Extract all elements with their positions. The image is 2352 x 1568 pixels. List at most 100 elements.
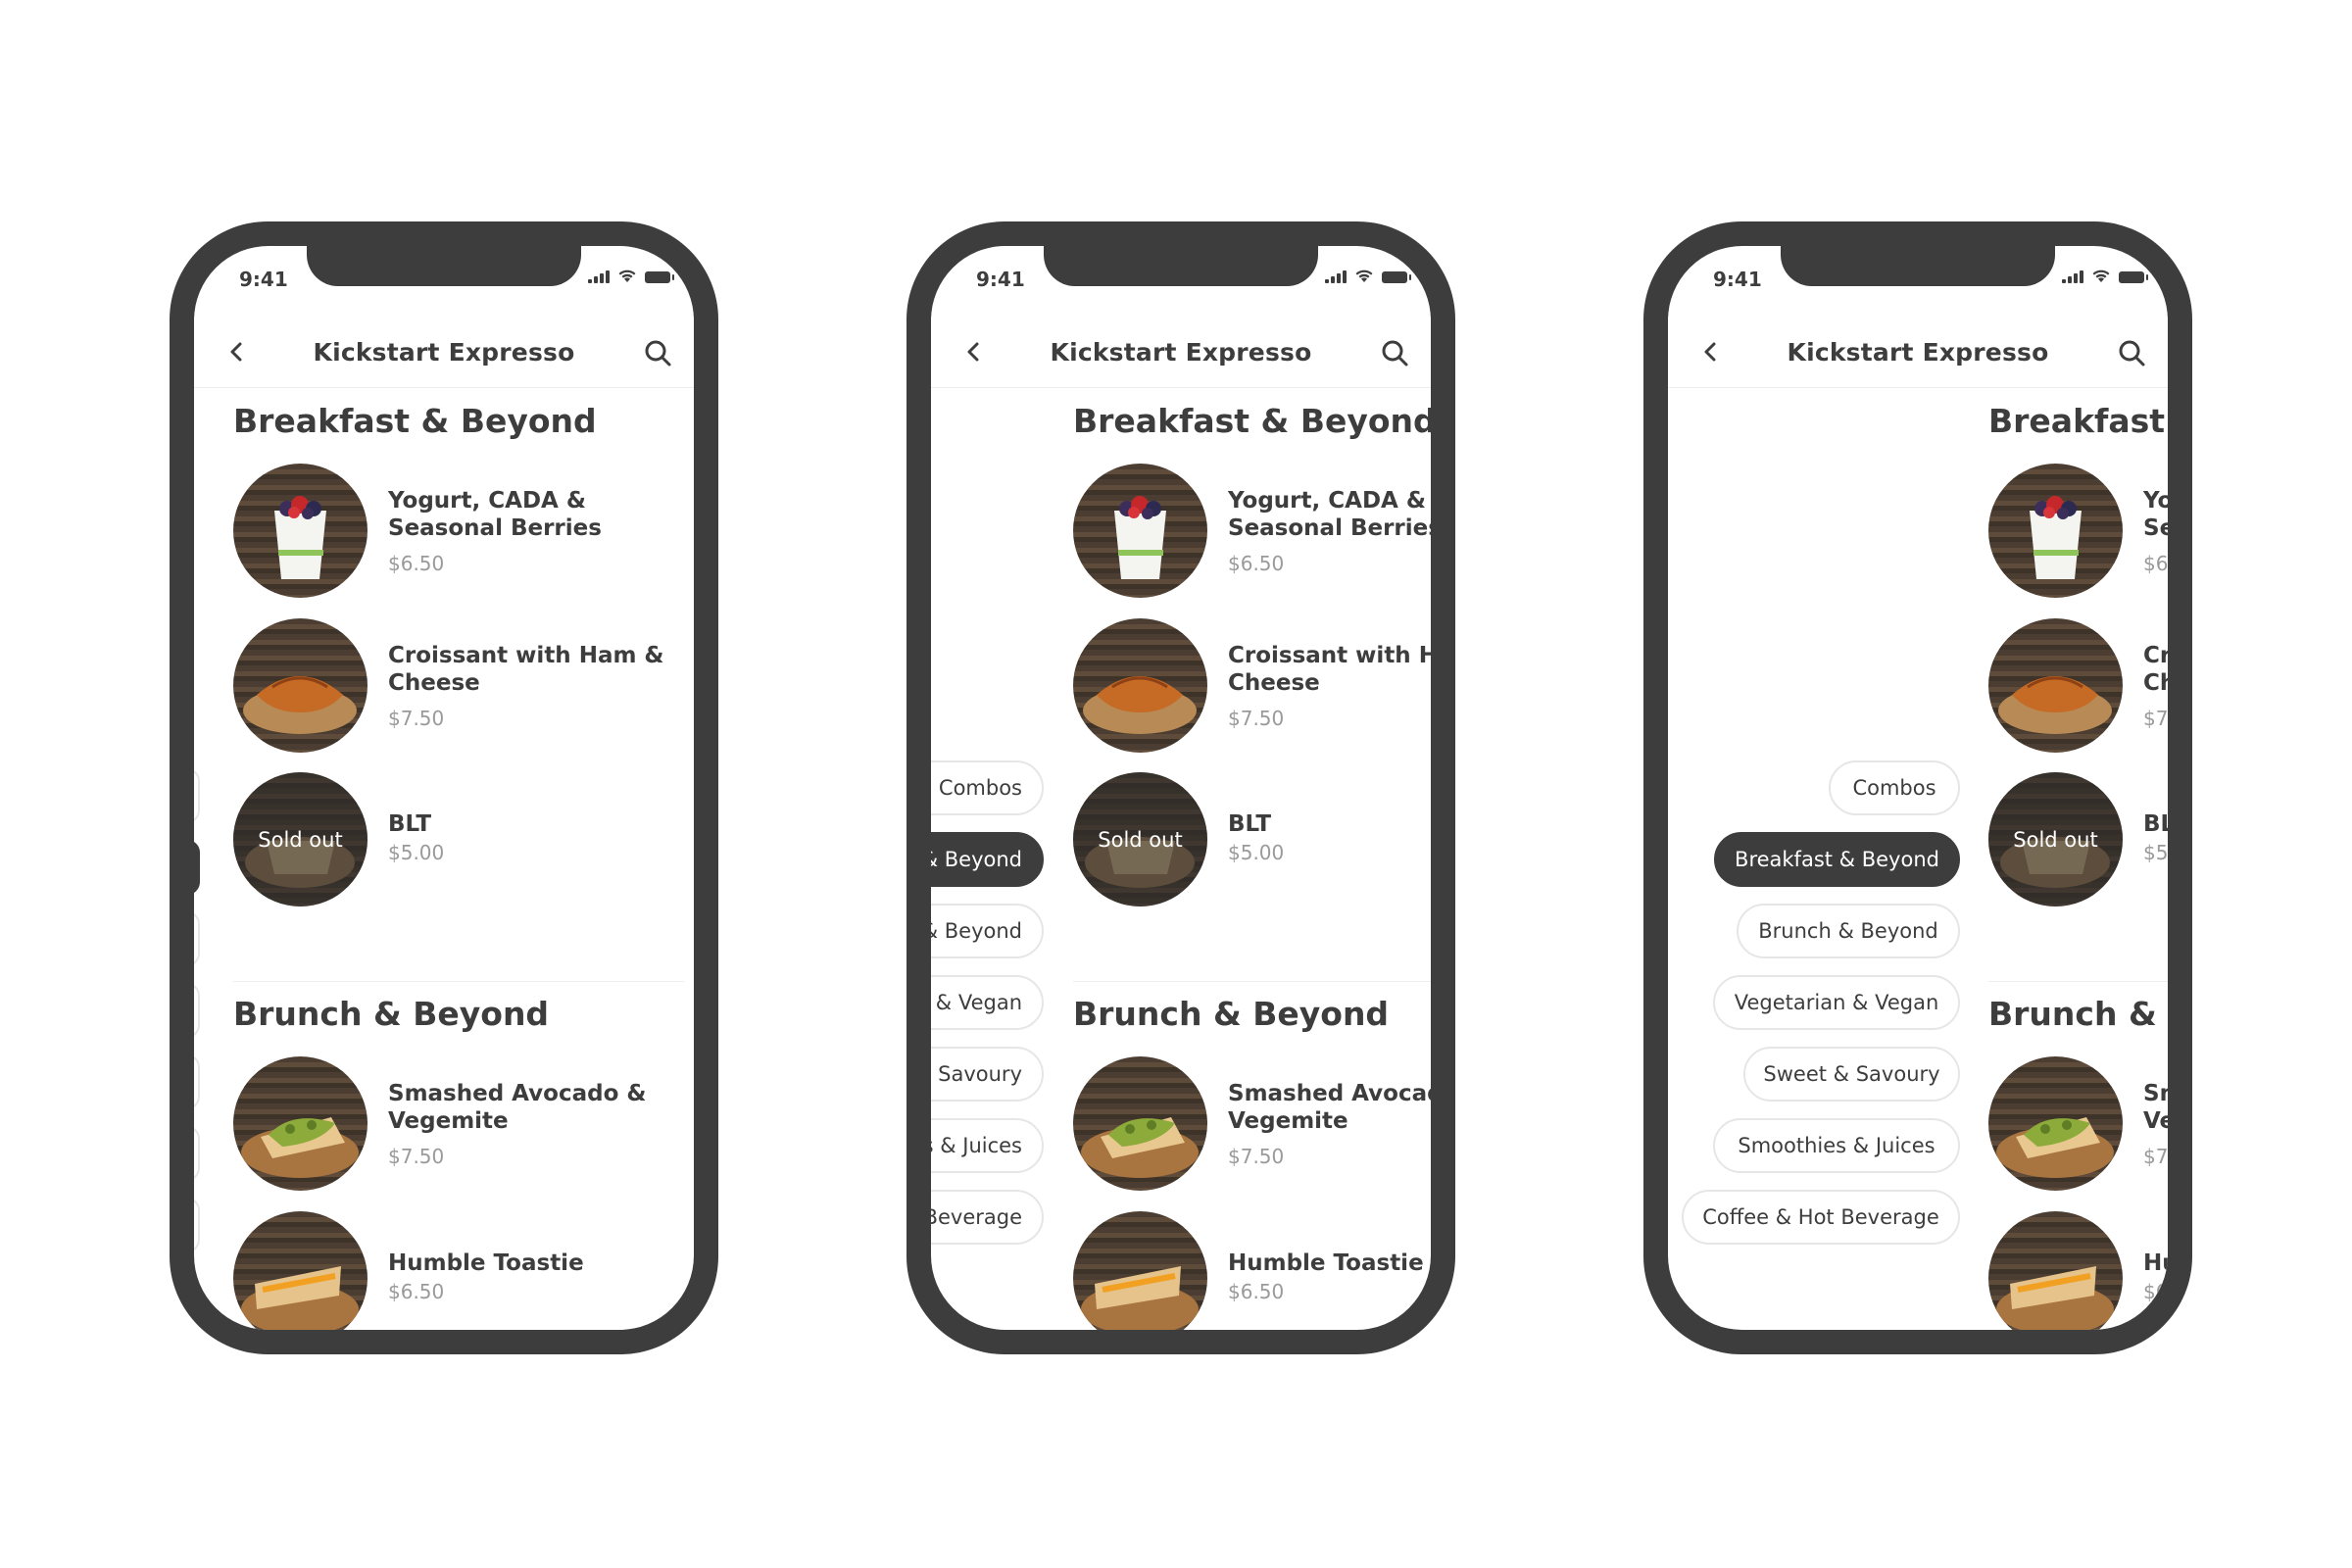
- category-chip-active[interactable]: Breakfast & Beyond: [931, 832, 1044, 887]
- item-name-line1: Croissant with Ham &: [388, 643, 664, 668]
- food-image: [1073, 1211, 1207, 1330]
- category-peek-active[interactable]: [194, 840, 200, 895]
- category-chip[interactable]: Combos: [931, 760, 1044, 815]
- phone-frame-sliding: 9:41 Kickstart Expresso Combos Breakfast…: [906, 221, 1455, 1354]
- menu-item[interactable]: Smashed Avocado & Vegemite $7.50: [1988, 1056, 2168, 1194]
- item-name: BLT: [2143, 811, 2168, 837]
- menu-item-sold-out[interactable]: Sold out BLT $5.00: [1073, 772, 1431, 909]
- item-name: Humble Toastie: [388, 1250, 584, 1276]
- cellular-signal-icon: [2062, 270, 2083, 283]
- menu-item[interactable]: Humble Toastie $6.50: [1073, 1211, 1431, 1330]
- item-name: BLT: [1228, 811, 1272, 837]
- food-image: [1073, 1056, 1207, 1191]
- item-name-line2: Seasonal Berries: [1228, 515, 1431, 541]
- category-chip[interactable]: Vegetarian & Vegan: [931, 975, 1044, 1030]
- page-title: Kickstart Expresso: [313, 338, 575, 367]
- category-chip[interactable]: Brunch & Beyond: [931, 904, 1044, 958]
- section-title: Brunch & Beyond: [233, 995, 550, 1033]
- menu-item[interactable]: Croissant with Ham & Cheese $7.50: [233, 618, 694, 756]
- item-name-line1: Croissant with Ham &: [1228, 643, 1431, 668]
- nav-bar: Kickstart Expresso: [931, 317, 1431, 388]
- category-chip[interactable]: Vegetarian & Vegan: [1713, 975, 1960, 1030]
- category-peek[interactable]: [194, 1054, 200, 1109]
- menu-item[interactable]: Humble Toastie $6.50: [1988, 1211, 2168, 1330]
- category-chip[interactable]: Coffee & Hot Beverage: [1682, 1190, 1960, 1245]
- status-icons: [588, 270, 674, 283]
- page-title: Kickstart Expresso: [1787, 338, 2049, 367]
- category-chip[interactable]: Smoothies & Juices: [931, 1118, 1044, 1173]
- food-image: [1988, 1056, 2123, 1191]
- sold-out-badge: Sold out: [1988, 772, 2123, 906]
- item-name-line1: Smashed Avocado &: [388, 1081, 647, 1106]
- food-image: [1988, 464, 2123, 598]
- wifi-icon: [618, 270, 636, 282]
- item-price: $6.50: [388, 552, 445, 575]
- food-image: Sold out: [1988, 772, 2123, 906]
- search-icon[interactable]: [2117, 338, 2146, 368]
- category-chip-active[interactable]: Breakfast & Beyond: [1714, 832, 1960, 887]
- search-icon[interactable]: [1380, 338, 1409, 368]
- category-chip[interactable]: Smoothies & Juices: [1713, 1118, 1960, 1173]
- sold-out-badge: Sold out: [1073, 772, 1207, 906]
- notch: [307, 246, 581, 286]
- phone-frame-expanded: 9:41 Kickstart Expresso Combos Breakfast…: [1643, 221, 2192, 1354]
- menu-content: Combos Breakfast & Beyond Brunch & Beyon…: [1668, 246, 2168, 1330]
- phone-frame-collapsed: 9:41 Kickstart Expresso Breakfast & Beyo…: [170, 221, 718, 1354]
- food-image: [1988, 618, 2123, 753]
- menu-item[interactable]: Smashed Avocado & Vegemite $7.50: [1073, 1056, 1431, 1194]
- menu-item[interactable]: Yogurt, CADA & Seasonal Berries $6.50: [1988, 464, 2168, 601]
- category-peek[interactable]: [194, 1126, 200, 1181]
- item-name-line2: Cheese: [2143, 670, 2168, 696]
- sold-out-badge: Sold out: [233, 772, 368, 906]
- item-name-line1: Yogurt, CADA &: [1228, 488, 1426, 514]
- search-icon[interactable]: [643, 338, 672, 368]
- category-peek[interactable]: [194, 983, 200, 1038]
- category-chip[interactable]: Sweet & Savoury: [931, 1047, 1044, 1102]
- item-name-line2: Seasonal Berries: [388, 515, 602, 541]
- page-title: Kickstart Expresso: [1050, 338, 1312, 367]
- menu-item[interactable]: Smashed Avocado & Vegemite $7.50: [233, 1056, 694, 1194]
- food-image: [233, 618, 368, 753]
- menu-item-sold-out[interactable]: Sold out BLT $5.00: [233, 772, 694, 909]
- cellular-signal-icon: [588, 270, 610, 283]
- category-chip[interactable]: Coffee & Hot Beverage: [931, 1190, 1044, 1245]
- food-image: Sold out: [233, 772, 368, 906]
- menu-content: Combos Breakfast & Beyond Brunch & Beyon…: [931, 246, 1431, 1330]
- menu-item[interactable]: Croissant with Ham & Cheese $7.50: [1988, 618, 2168, 756]
- food-image: [1988, 1211, 2123, 1330]
- menu-item-sold-out[interactable]: Sold out BLT $5.00: [1988, 772, 2168, 909]
- item-name-line2: Cheese: [388, 670, 480, 696]
- menu-item[interactable]: Humble Toastie $6.50: [233, 1211, 694, 1330]
- phone-screen: 9:41 Kickstart Expresso Combos Breakfast…: [1668, 246, 2168, 1330]
- item-name-line2: Vegemite: [2143, 1108, 2168, 1134]
- category-peek[interactable]: [194, 768, 200, 823]
- category-chip[interactable]: Brunch & Beyond: [1737, 904, 1960, 958]
- menu-item[interactable]: Yogurt, CADA & Seasonal Berries $6.50: [233, 464, 694, 601]
- category-peek[interactable]: [194, 1198, 200, 1252]
- item-price: $7.50: [388, 707, 445, 730]
- food-image: [1073, 618, 1207, 753]
- section-divider: [233, 981, 684, 982]
- status-time: 9:41: [976, 268, 1025, 291]
- battery-icon: [2119, 271, 2148, 283]
- menu-item[interactable]: Croissant with Ham & Cheese $7.50: [1073, 618, 1431, 756]
- item-name-line2: Vegemite: [388, 1108, 509, 1134]
- item-price: $5.00: [2143, 841, 2168, 864]
- food-image: [233, 464, 368, 598]
- category-chip[interactable]: Sweet & Savoury: [1743, 1047, 1960, 1102]
- category-peek[interactable]: [194, 911, 200, 966]
- section-title: Brunch & Beyond: [1988, 995, 2168, 1033]
- item-name-line2: Vegemite: [1228, 1108, 1348, 1134]
- item-name-line1: Yogurt, CADA &: [2143, 488, 2168, 514]
- item-price: $5.00: [388, 841, 445, 864]
- category-chip[interactable]: Combos: [1829, 760, 1960, 815]
- status-icons: [2062, 270, 2148, 283]
- item-name: Humble Toastie: [2143, 1250, 2168, 1276]
- item-name-line2: Seasonal Berries: [2143, 515, 2168, 541]
- item-price: $7.50: [388, 1145, 445, 1168]
- section-title: Breakfast & Beyond: [1988, 402, 2168, 440]
- item-price: $7.50: [2143, 707, 2168, 730]
- menu-item[interactable]: Yogurt, CADA & Seasonal Berries $6.50: [1073, 464, 1431, 601]
- section-title: Brunch & Beyond: [1073, 995, 1390, 1033]
- status-icons: [1325, 270, 1411, 283]
